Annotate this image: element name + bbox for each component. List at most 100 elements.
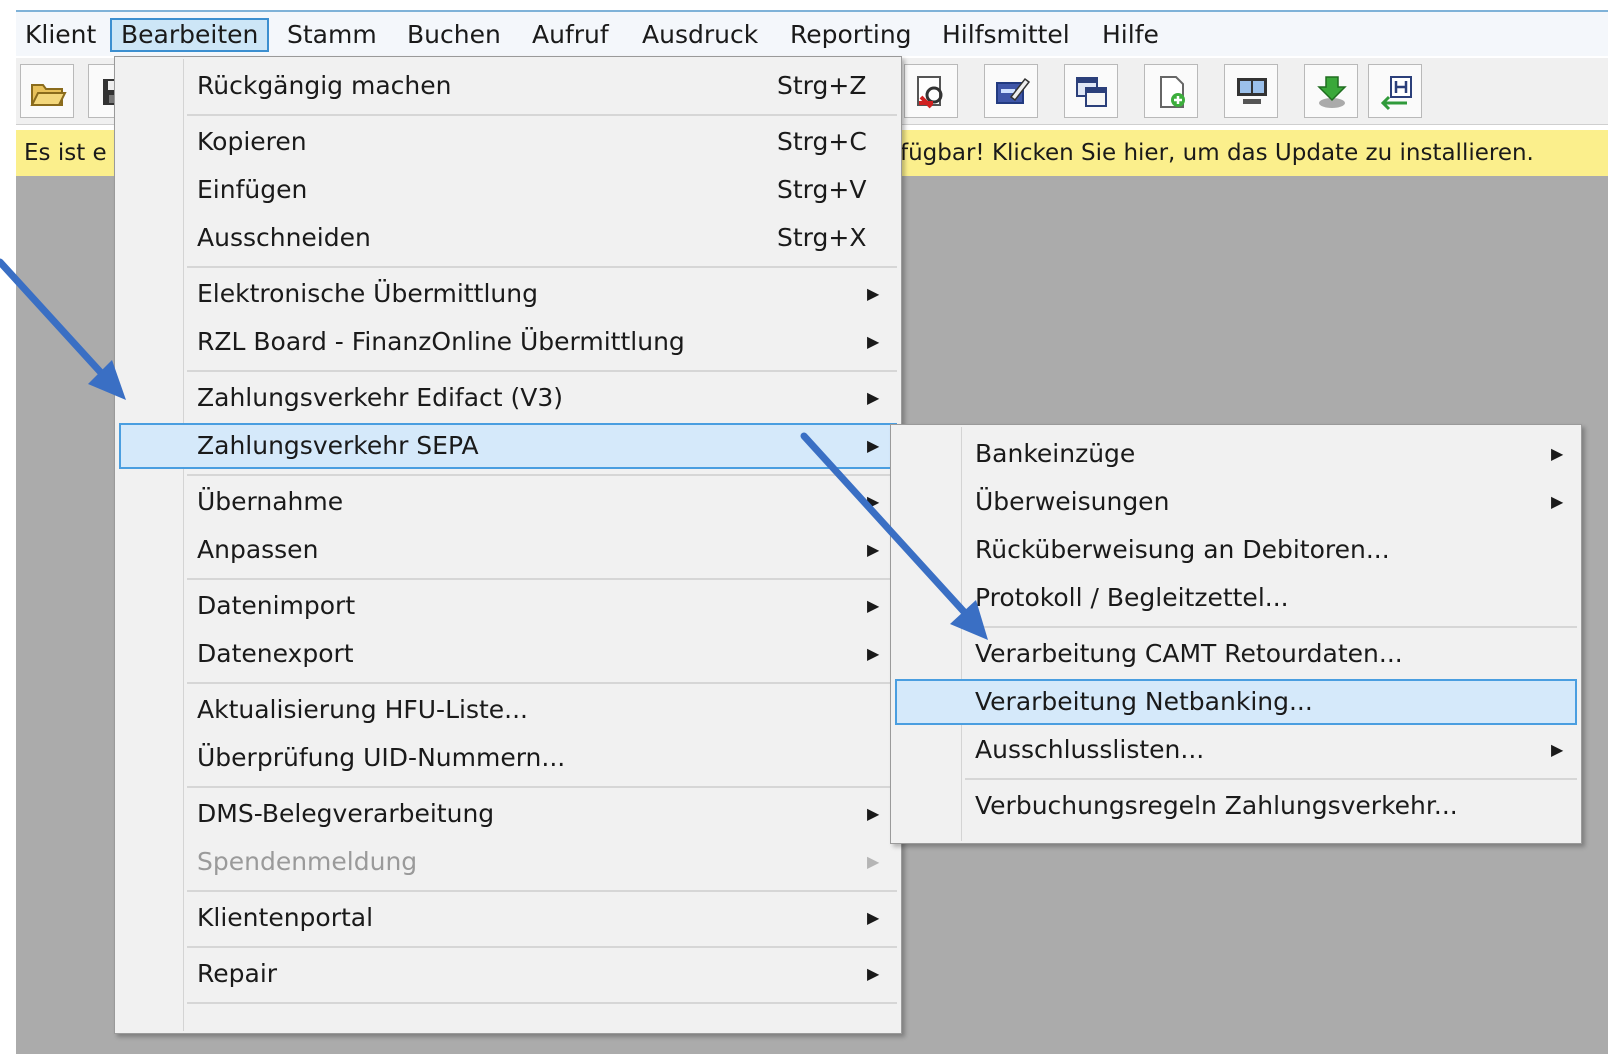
- menu-separator: [187, 682, 897, 684]
- submenu-arrow-icon: ▶: [867, 852, 880, 871]
- menu-item-shortcut: Strg+C: [777, 127, 867, 156]
- menu-item-label: Spendenmeldung: [197, 847, 418, 876]
- menu-item-zahlungsverkehr-sepa[interactable]: Zahlungsverkehr SEPA ▶: [119, 423, 897, 469]
- menu-item-label: Aktualisierung HFU-Liste...: [197, 695, 528, 724]
- menu-item-label: Verarbeitung CAMT Retourdaten...: [975, 639, 1403, 668]
- menu-item-datenexport[interactable]: Datenexport ▶: [119, 631, 897, 677]
- menu-item-aktualisierung-hfu[interactable]: Aktualisierung HFU-Liste...: [119, 687, 897, 733]
- menu-item-klientenportal[interactable]: Klientenportal ▶: [119, 895, 897, 941]
- menu-bearbeiten[interactable]: Bearbeiten: [110, 18, 270, 52]
- menu-item-label: Verarbeitung Netbanking...: [975, 687, 1313, 716]
- submenu-item-netbanking[interactable]: Verarbeitung Netbanking...: [895, 679, 1577, 725]
- menu-ausdruck[interactable]: Ausdruck: [633, 18, 767, 52]
- update-notification-text-right[interactable]: fügbar! Klicken Sie hier, um das Update …: [900, 130, 1534, 176]
- menu-item-zahlungsverkehr-edifact[interactable]: Zahlungsverkehr Edifact (V3) ▶: [119, 375, 897, 421]
- menu-hilfe[interactable]: Hilfe: [1093, 18, 1168, 52]
- submenu-arrow-icon: ▶: [867, 492, 880, 511]
- menu-item-anpassen[interactable]: Anpassen ▶: [119, 527, 897, 573]
- menu-separator: [187, 370, 897, 372]
- bearbeiten-menu: Rückgängig machen Strg+Z Kopieren Strg+C…: [114, 56, 902, 1034]
- submenu-arrow-icon: ▶: [1551, 444, 1564, 463]
- submenu-item-ueberweisungen[interactable]: Überweisungen ▶: [895, 479, 1577, 525]
- menu-separator: [965, 778, 1577, 780]
- copy-windows-icon[interactable]: [1064, 64, 1118, 118]
- menu-item-dms-belegverarbeitung[interactable]: DMS-Belegverarbeitung ▶: [119, 791, 897, 837]
- menu-separator: [187, 114, 897, 116]
- menu-aufruf[interactable]: Aufruf: [523, 18, 618, 52]
- menu-hilfsmittel[interactable]: Hilfsmittel: [933, 18, 1079, 52]
- menu-item-ueberpruefung-uid[interactable]: Überprüfung UID-Nummern...: [119, 735, 897, 781]
- menu-item-shortcut: Strg+X: [777, 223, 867, 252]
- submenu-item-rueckueberweisung[interactable]: Rücküberweisung an Debitoren...: [895, 527, 1577, 573]
- menu-item-shortcut: Strg+V: [777, 175, 867, 204]
- menu-separator: [187, 946, 897, 948]
- menu-item-undo[interactable]: Rückgängig machen Strg+Z: [119, 63, 897, 109]
- submenu-arrow-icon: ▶: [867, 964, 880, 983]
- submenu-arrow-icon: ▶: [867, 908, 880, 927]
- update-notification-text-left: Es ist e: [24, 140, 107, 166]
- menu-item-repair[interactable]: Repair ▶: [119, 951, 897, 997]
- download-arrow-icon[interactable]: [1304, 64, 1358, 118]
- menu-item-label: Anpassen: [197, 535, 319, 564]
- menu-item-spendenmeldung: Spendenmeldung ▶: [119, 839, 897, 885]
- submenu-item-verbuchungsregeln[interactable]: Verbuchungsregeln Zahlungsverkehr...: [895, 783, 1577, 829]
- menu-separator: [187, 578, 897, 580]
- menu-separator: [187, 266, 897, 268]
- menu-separator: [965, 626, 1577, 628]
- menu-item-cut[interactable]: Ausschneiden Strg+X: [119, 215, 897, 261]
- menu-item-copy[interactable]: Kopieren Strg+C: [119, 119, 897, 165]
- menu-item-label: DMS-Belegverarbeitung: [197, 799, 495, 828]
- transfer-h-icon[interactable]: [1368, 64, 1422, 118]
- menu-item-label: Zahlungsverkehr Edifact (V3): [197, 383, 564, 412]
- menu-separator: [187, 786, 897, 788]
- submenu-arrow-icon: ▶: [867, 804, 880, 823]
- submenu-item-camt-retourdaten[interactable]: Verarbeitung CAMT Retourdaten...: [895, 631, 1577, 677]
- menu-item-label: Bankeinzüge: [975, 439, 1136, 468]
- submenu-arrow-icon: ▶: [867, 332, 880, 351]
- submenu-arrow-icon: ▶: [867, 644, 880, 663]
- menu-item-label: Verbuchungsregeln Zahlungsverkehr...: [975, 791, 1458, 820]
- sepa-submenu: Bankeinzüge ▶ Überweisungen ▶ Rücküberwe…: [890, 424, 1582, 844]
- edit-form-icon[interactable]: [984, 64, 1038, 118]
- menu-reporting[interactable]: Reporting: [781, 18, 921, 52]
- menu-klient[interactable]: Klient: [16, 18, 105, 52]
- submenu-arrow-icon: ▶: [867, 284, 880, 303]
- menu-item-label: Datenimport: [197, 591, 356, 620]
- submenu-arrow-icon: ▶: [867, 596, 880, 615]
- menu-separator: [187, 890, 897, 892]
- menu-item-shortcut: Strg+Z: [777, 71, 867, 100]
- menu-item-label: Rücküberweisung an Debitoren...: [975, 535, 1390, 564]
- menu-item-label: Überweisungen: [975, 487, 1170, 516]
- submenu-item-ausschlusslisten[interactable]: Ausschlusslisten... ▶: [895, 727, 1577, 773]
- menu-item-elektronische-uebermittlung[interactable]: Elektronische Übermittlung ▶: [119, 271, 897, 317]
- menu-item-rzl-board[interactable]: RZL Board - FinanzOnline Übermittlung ▶: [119, 319, 897, 365]
- submenu-item-protokoll[interactable]: Protokoll / Begleitzettel...: [895, 575, 1577, 621]
- menu-item-uebernahme[interactable]: Übernahme ▶: [119, 479, 897, 525]
- menu-item-datenimport[interactable]: Datenimport ▶: [119, 583, 897, 629]
- menu-item-label: RZL Board - FinanzOnline Übermittlung: [197, 327, 685, 356]
- menu-item-label: Ausschneiden: [197, 223, 371, 252]
- menu-item-label: Rückgängig machen: [197, 71, 452, 100]
- menu-item-label: Ausschlusslisten...: [975, 735, 1205, 764]
- new-document-icon[interactable]: [1144, 64, 1198, 118]
- submenu-arrow-icon: ▶: [867, 388, 880, 407]
- submenu-arrow-icon: ▶: [1551, 740, 1564, 759]
- submenu-arrow-icon: ▶: [867, 540, 880, 559]
- menu-separator: [187, 1002, 897, 1004]
- submenu-item-bankeinzuege[interactable]: Bankeinzüge ▶: [895, 431, 1577, 477]
- menu-bar: Klient Bearbeiten Stamm Buchen Aufruf Au…: [16, 10, 1608, 56]
- menu-buchen[interactable]: Buchen: [398, 18, 510, 52]
- menu-item-label: Überprüfung UID-Nummern...: [197, 743, 566, 772]
- submenu-arrow-icon: ▶: [867, 436, 880, 455]
- report-icon[interactable]: [904, 64, 958, 118]
- menu-item-paste[interactable]: Einfügen Strg+V: [119, 167, 897, 213]
- monitor-compare-icon[interactable]: [1224, 64, 1278, 118]
- menu-item-label: Protokoll / Begleitzettel...: [975, 583, 1289, 612]
- menu-item-label: Elektronische Übermittlung: [197, 279, 538, 308]
- menu-item-label: Zahlungsverkehr SEPA: [197, 431, 479, 460]
- menu-item-label: Repair: [197, 959, 278, 988]
- menu-stamm[interactable]: Stamm: [278, 18, 386, 52]
- submenu-arrow-icon: ▶: [1551, 492, 1564, 511]
- menu-item-label: Klientenportal: [197, 903, 374, 932]
- open-folder-icon[interactable]: [20, 64, 74, 118]
